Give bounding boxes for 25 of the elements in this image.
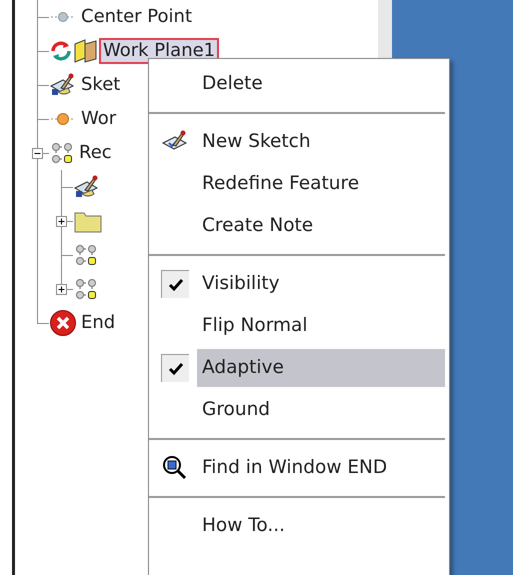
menu-item[interactable]: Adaptive — [197, 349, 445, 387]
search-icon — [162, 455, 188, 481]
work-plane-icon — [73, 38, 99, 64]
menu-item[interactable]: Find in Window END — [197, 449, 445, 487]
menu-item[interactable]: New Sketch — [197, 123, 445, 161]
menu-item[interactable]: Visibility — [197, 265, 445, 303]
pattern-icon — [73, 276, 99, 302]
tree-item-label[interactable]: Wor — [79, 108, 118, 130]
tree-item-label[interactable]: Sket — [79, 74, 122, 96]
menu-item[interactable]: Flip Normal — [197, 307, 445, 345]
menu-item[interactable]: Redefine Feature — [197, 165, 445, 203]
tree-item-label[interactable]: Center Point — [79, 6, 194, 28]
menu-item[interactable]: Delete — [197, 65, 445, 103]
pattern-icon — [73, 242, 99, 268]
expander-icon[interactable] — [56, 216, 67, 226]
tree-item-label[interactable]: End — [79, 312, 118, 334]
expander-icon[interactable] — [56, 284, 67, 294]
pattern-icon — [49, 140, 75, 166]
menu-item[interactable]: Create Note — [197, 207, 445, 245]
menu-item[interactable]: Ground — [197, 391, 445, 429]
tree-item-label[interactable]: Rec — [77, 142, 114, 164]
end-icon — [49, 309, 77, 337]
update-arrows-icon — [49, 39, 73, 63]
expander-icon[interactable] — [32, 148, 43, 158]
menu-item[interactable]: How To... — [197, 507, 445, 545]
